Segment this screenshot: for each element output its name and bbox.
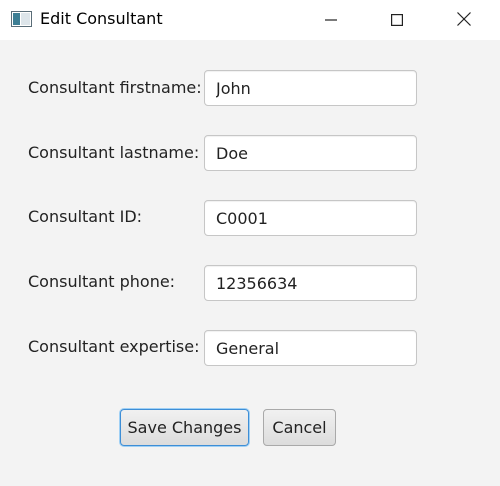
expertise-field[interactable] — [204, 330, 417, 366]
close-icon — [457, 11, 471, 30]
consultant-id-field[interactable] — [204, 200, 417, 236]
cancel-button[interactable]: Cancel — [263, 409, 336, 446]
lastname-field[interactable] — [204, 135, 417, 171]
save-changes-button[interactable]: Save Changes — [120, 409, 249, 446]
close-button[interactable] — [441, 0, 487, 40]
edit-consultant-window: Edit Consultant Consultant firstname: Co… — [0, 0, 500, 486]
title-bar[interactable]: Edit Consultant — [0, 0, 500, 40]
firstname-label: Consultant firstname: — [28, 78, 202, 97]
maximize-icon — [391, 11, 404, 30]
minimize-button[interactable] — [308, 0, 354, 40]
phone-field[interactable] — [204, 265, 417, 301]
window-app-icon — [11, 11, 32, 27]
minimize-icon — [325, 11, 337, 30]
lastname-label: Consultant lastname: — [28, 143, 200, 162]
consultant-id-label: Consultant ID: — [28, 207, 143, 226]
expertise-label: Consultant expertise: — [28, 337, 200, 356]
firstname-field[interactable] — [204, 70, 417, 106]
phone-label: Consultant phone: — [28, 272, 176, 291]
maximize-button[interactable] — [374, 0, 420, 40]
window-title: Edit Consultant — [40, 9, 163, 28]
